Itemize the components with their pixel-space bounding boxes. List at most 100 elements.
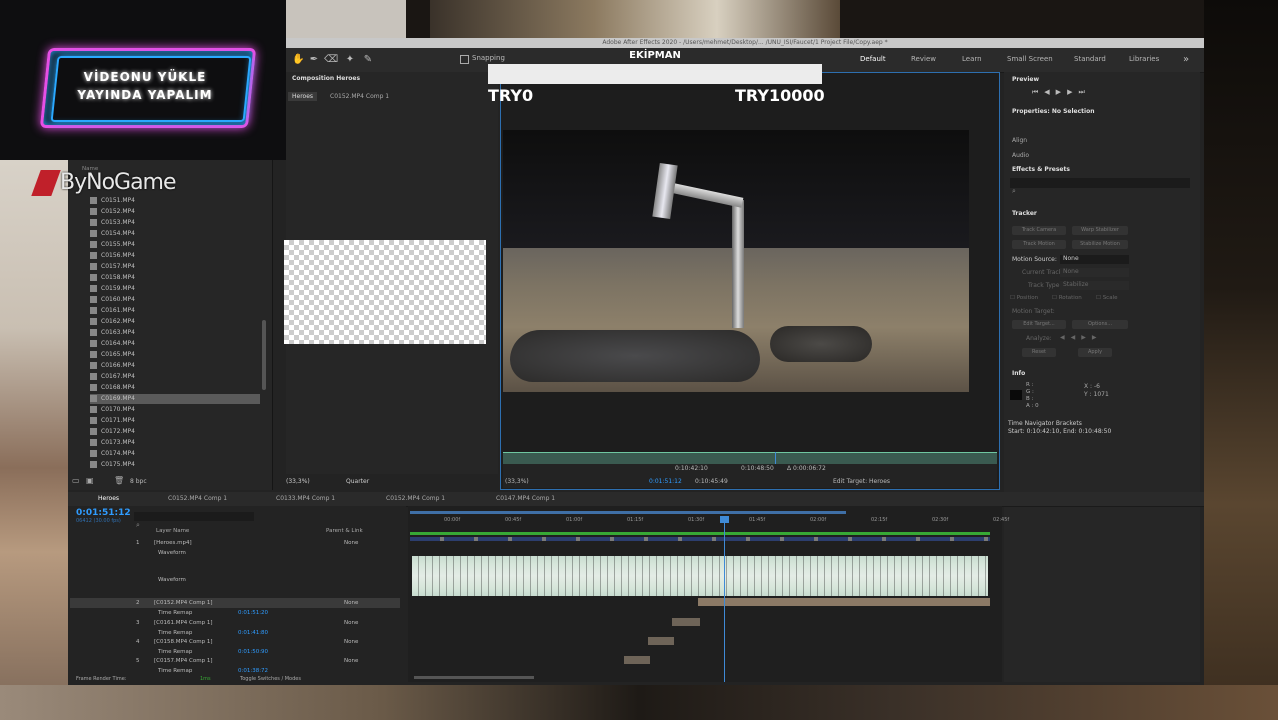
timeline-search-input[interactable]: ⌕ [134, 512, 254, 529]
zoom-select-left[interactable]: (33,3%) [286, 478, 310, 485]
options-button[interactable]: Options... [1072, 320, 1128, 329]
project-file-item[interactable]: C0155.MP4 [90, 240, 260, 250]
track-camera-button[interactable]: Track Camera [1012, 226, 1066, 235]
align-header[interactable]: Align [1012, 137, 1027, 144]
puppet-tool-icon[interactable]: ✦ [344, 54, 356, 66]
more-workspaces-icon[interactable]: » [1180, 54, 1192, 66]
tracker-header[interactable]: Tracker [1012, 210, 1037, 217]
breadcrumb-heroes[interactable]: Heroes [288, 92, 318, 101]
project-file-item[interactable]: C0154.MP4 [90, 229, 260, 239]
timeline-playhead[interactable] [724, 516, 725, 682]
playhead-handle[interactable] [720, 516, 729, 523]
apply-button[interactable]: Apply [1078, 348, 1112, 357]
project-file-item[interactable]: C0158.MP4 [90, 273, 260, 283]
new-comp-icon[interactable]: ▣ [86, 476, 94, 485]
effects-presets-header[interactable]: Effects & Presets [1012, 166, 1070, 173]
project-file-item[interactable]: C0151.MP4 [90, 196, 260, 206]
breadcrumb-comp[interactable]: C0152.MP4 Comp 1 [330, 93, 389, 100]
project-file-item[interactable]: C0173.MP4 [90, 438, 260, 448]
bpc-label[interactable]: 8 bpc [130, 478, 147, 485]
layer-5-bar[interactable] [624, 656, 650, 664]
project-file-item[interactable]: C0162.MP4 [90, 317, 260, 327]
preview-controls[interactable]: ⏮◀▶▶⏭ [1032, 88, 1091, 97]
work-area-bar[interactable] [410, 511, 846, 514]
rotation-checkbox[interactable]: ☐ Rotation [1052, 295, 1082, 301]
project-file-item[interactable]: C0169.MP4 [90, 394, 260, 404]
scale-checkbox[interactable]: ☐ Scale [1096, 295, 1118, 301]
project-file-item[interactable]: C0165.MP4 [90, 350, 260, 360]
workspace-learn[interactable]: Learn [962, 55, 982, 63]
analyze-controls[interactable]: ◀◀▶▶ [1060, 334, 1102, 341]
project-file-item[interactable]: C0153.MP4 [90, 218, 260, 228]
warp-stabilizer-button[interactable]: Warp Stabilizer [1072, 226, 1128, 235]
delete-icon[interactable]: 🗑 [114, 476, 124, 485]
workspace-default[interactable]: Default [860, 55, 886, 63]
timeline-layer-row[interactable]: Waveform [70, 548, 400, 558]
project-file-item[interactable]: C0160.MP4 [90, 295, 260, 305]
toggle-switches-modes[interactable]: Toggle Switches / Modes [240, 676, 301, 682]
workspace-review[interactable]: Review [911, 55, 936, 63]
tab-c0152-comp-2[interactable]: C0152.MP4 Comp 1 [386, 495, 445, 502]
pin-tool-icon[interactable]: ✎ [362, 54, 374, 66]
timeline-layer-row[interactable]: 5 [C0157.MP4 Comp 1] None [70, 656, 400, 666]
project-file-item[interactable]: C0159.MP4 [90, 284, 260, 294]
hand-tool-icon[interactable]: ✋ [292, 54, 304, 66]
workspace-small-screen[interactable]: Small Screen [1007, 55, 1053, 63]
project-file-item[interactable]: C0152.MP4 [90, 207, 260, 217]
project-file-item[interactable]: C0168.MP4 [90, 383, 260, 393]
workspace-libraries[interactable]: Libraries [1129, 55, 1159, 63]
project-file-item[interactable]: C0170.MP4 [90, 405, 260, 415]
layer-parent-value[interactable]: 0:01:51:20 [238, 608, 268, 618]
current-track-select[interactable]: None [1060, 268, 1129, 277]
project-file-item[interactable]: C0166.MP4 [90, 361, 260, 371]
project-file-item[interactable]: C0167.MP4 [90, 372, 260, 382]
track-type-select[interactable]: Stabilize [1060, 281, 1129, 290]
project-file-item[interactable]: C0163.MP4 [90, 328, 260, 338]
audio-header[interactable]: Audio [1012, 152, 1029, 159]
zoom-slider[interactable] [414, 676, 534, 679]
composition-tab[interactable]: Composition Heroes [292, 75, 360, 82]
layer-parent-value[interactable]: None [344, 618, 358, 628]
quality-select-left[interactable]: Quarter [346, 478, 369, 485]
project-file-item[interactable]: C0164.MP4 [90, 339, 260, 349]
edit-target-button[interactable]: Edit Target... [1012, 320, 1066, 329]
layer-parent-value[interactable]: None [344, 598, 358, 608]
layer-parent-value[interactable]: None [344, 538, 358, 548]
project-file-item[interactable]: C0156.MP4 [90, 251, 260, 261]
snapping-checkbox[interactable] [460, 55, 469, 64]
layer-4-bar[interactable] [648, 637, 674, 645]
viewer-playhead[interactable] [775, 452, 776, 464]
timeline-layer-row[interactable]: 2 [C0152.MP4 Comp 1] None [70, 598, 400, 608]
layer-parent-value[interactable]: None [344, 637, 358, 647]
eraser-tool-icon[interactable]: ⌫ [324, 54, 338, 66]
project-file-item[interactable]: C0161.MP4 [90, 306, 260, 316]
project-file-item[interactable]: C0174.MP4 [90, 449, 260, 459]
info-header[interactable]: Info [1012, 370, 1025, 377]
pen-tool-icon[interactable]: ✒ [308, 54, 320, 66]
effects-search-input[interactable]: ⌕ [1010, 178, 1190, 195]
tab-c0147-comp[interactable]: C0147.MP4 Comp 1 [496, 495, 555, 502]
track-motion-button[interactable]: Track Motion [1012, 240, 1066, 249]
timeline-layer-row[interactable]: 3 [C0161.MP4 Comp 1] None [70, 618, 400, 628]
project-file-item[interactable]: C0171.MP4 [90, 416, 260, 426]
parent-link-header[interactable]: Parent & Link [326, 528, 363, 534]
viewer-current-time[interactable]: 0:01:51:12 [649, 478, 682, 485]
layer-parent-value[interactable]: None [344, 656, 358, 666]
timeline-timecode[interactable]: 0:01:51:12 [76, 508, 131, 518]
timeline-layer-row[interactable]: Time Remap 0:01:51:20 [70, 608, 400, 618]
layer-parent-value[interactable]: 0:01:38:72 [238, 666, 268, 676]
stabilize-motion-button[interactable]: Stabilize Motion [1072, 240, 1128, 249]
timeline-layer-row[interactable]: Time Remap 0:01:38:72 [70, 666, 400, 676]
project-scrollbar[interactable] [262, 320, 266, 390]
project-file-item[interactable]: C0175.MP4 [90, 460, 260, 470]
layer-2-bar[interactable] [698, 598, 990, 606]
layer-1-bar[interactable] [410, 537, 990, 541]
position-checkbox[interactable]: ☐ Position [1010, 295, 1038, 301]
timeline-layer-row[interactable]: 1 [Heroes.mp4] None [70, 538, 400, 548]
motion-source-select[interactable]: None [1060, 255, 1129, 264]
layer-3-bar[interactable] [672, 618, 700, 626]
project-file-item[interactable]: C0172.MP4 [90, 427, 260, 437]
workspace-standard[interactable]: Standard [1074, 55, 1106, 63]
new-folder-icon[interactable]: ▭ [72, 476, 80, 485]
reset-button[interactable]: Reset [1022, 348, 1056, 357]
